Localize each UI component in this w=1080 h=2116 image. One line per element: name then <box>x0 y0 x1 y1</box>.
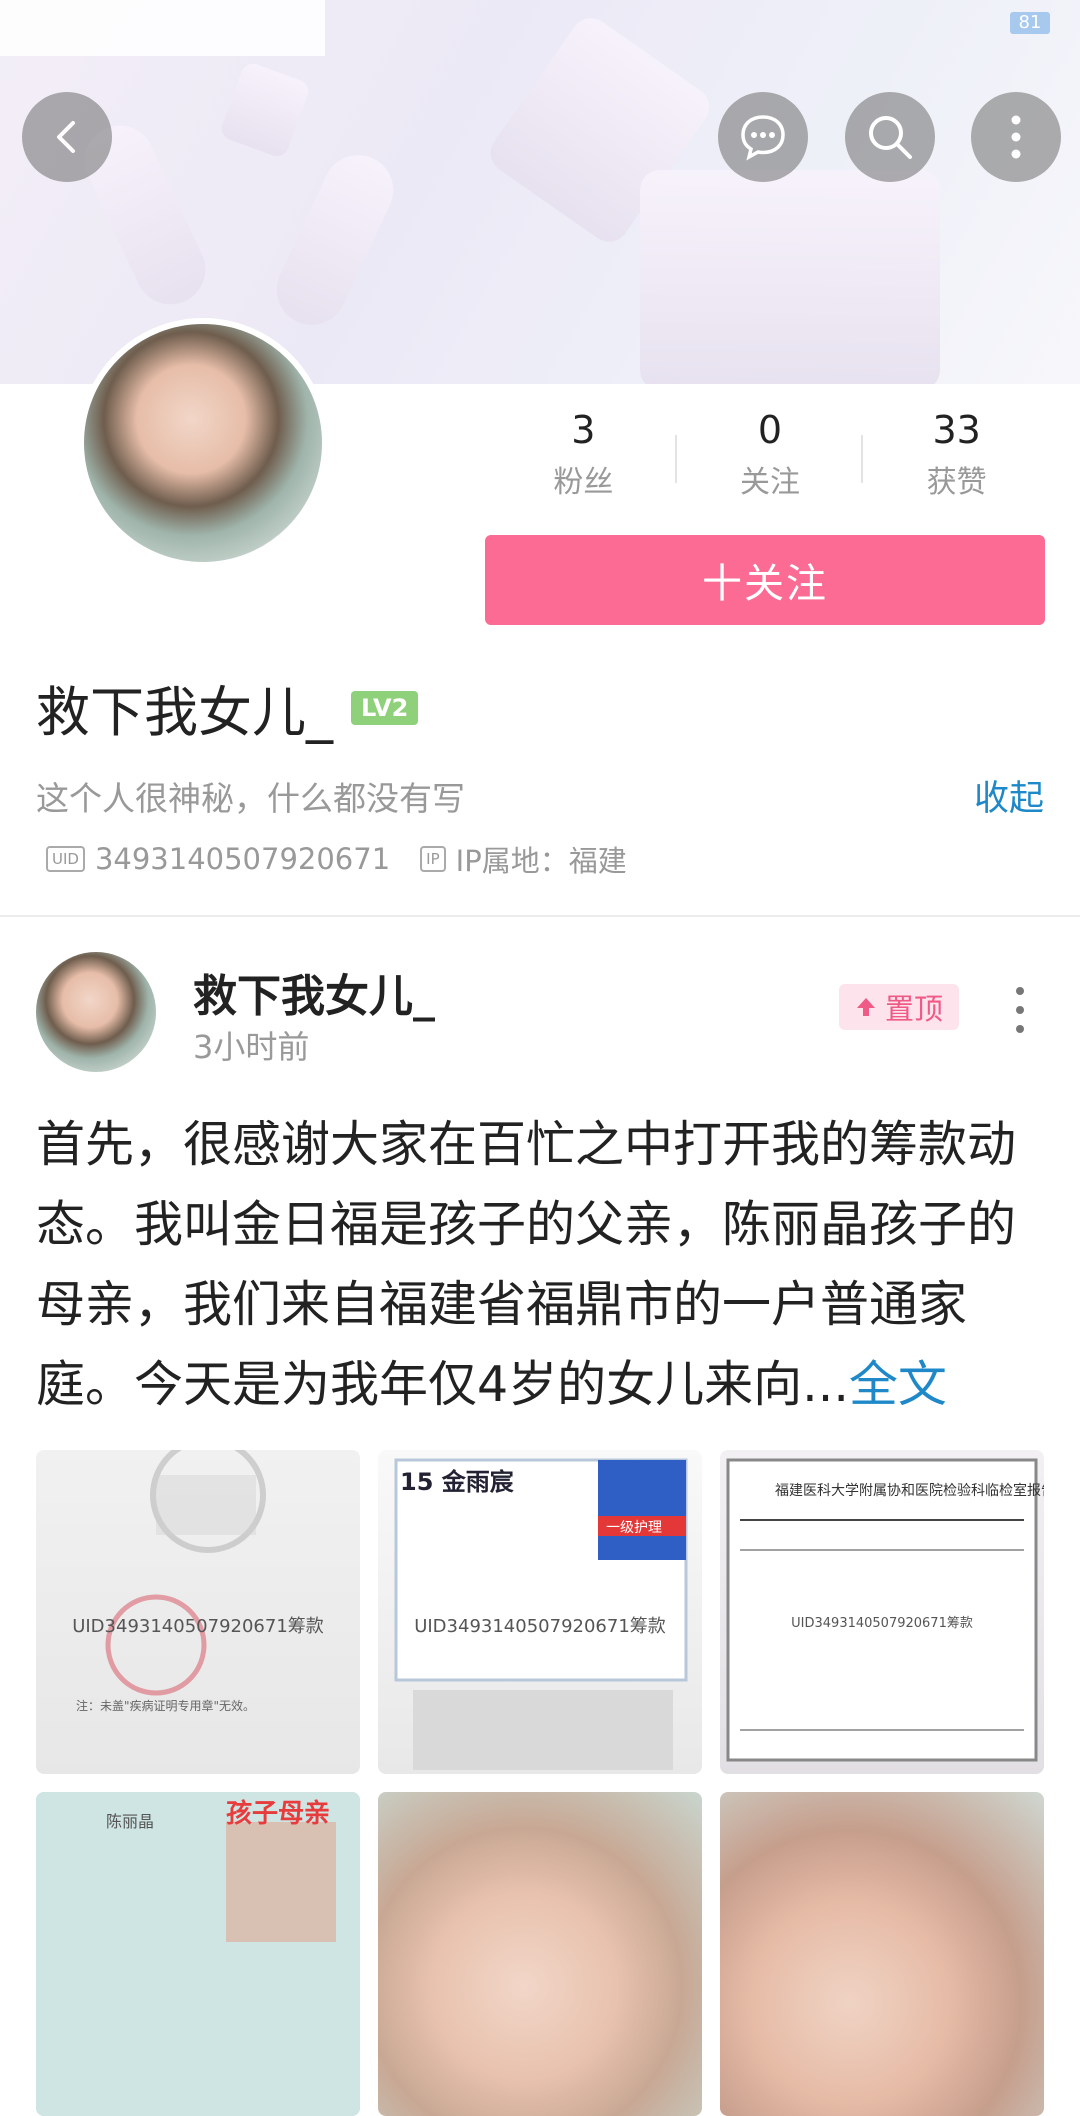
chat-bubble-icon <box>741 115 785 161</box>
collapse-link[interactable]: 收起 <box>974 770 1044 821</box>
svg-text:孩子母亲: 孩子母亲 <box>226 1798 330 1829</box>
id-card-image: 孩子母亲 陈丽晶 <box>36 1792 360 2116</box>
post-image-2[interactable]: 15 金雨宸 一级护理 UID3493140507920671筹款 <box>378 1450 702 1774</box>
image-watermark: UID3493140507920671筹款 <box>791 1616 973 1631</box>
profile-stats: 3 粉丝 0 关注 33 获赞 <box>490 405 1050 515</box>
post-image-3[interactable]: 福建医科大学附属协和医院检验科临检室报告单 UID349314050792067… <box>720 1450 1044 1774</box>
search-button[interactable] <box>845 92 935 182</box>
pinned-label: 置顶 <box>884 992 943 1026</box>
post-image-6[interactable] <box>720 1792 1044 2116</box>
uid-value: 3493140507920671 <box>94 842 391 876</box>
arrow-up-icon <box>856 998 875 1016</box>
read-more-link[interactable]: 全文 <box>849 1356 947 1413</box>
following-stat[interactable]: 0 关注 <box>677 405 864 515</box>
post-more-icon[interactable] <box>1010 987 1030 1033</box>
likes-stat[interactable]: 33 获赞 <box>863 405 1050 515</box>
status-bar-left <box>0 0 325 56</box>
post-time: 3小时前 <box>193 1028 310 1066</box>
search-icon <box>869 116 912 159</box>
profile-meta: UID 3493140507920671 IP IP属地：福建 <box>46 838 627 880</box>
svg-text:一级护理: 一级护理 <box>606 1520 662 1536</box>
profile-name: 救下我女儿_ <box>36 681 333 744</box>
post-image-1[interactable]: 注：未盖"疾病证明专用章"无效。 UID3493140507920671筹款 <box>36 1450 360 1774</box>
post-author-avatar[interactable] <box>36 952 156 1072</box>
more-vertical-icon <box>1011 115 1021 159</box>
fans-stat[interactable]: 3 粉丝 <box>490 405 677 515</box>
uid-icon: UID <box>46 846 85 872</box>
chevron-left-icon <box>57 121 75 153</box>
profile-bio: 这个人很神秘，什么都没有写 <box>36 779 465 818</box>
post-line: 态。我叫金日福是孩子的父亲，陈丽晶孩子的 <box>36 1196 1017 1253</box>
pinned-badge: 置顶 <box>839 984 959 1030</box>
more-button[interactable] <box>971 92 1061 182</box>
likes-label: 获赞 <box>926 465 987 500</box>
svg-text:福建医科大学附属协和医院检验科临检室报告单: 福建医科大学附属协和医院检验科临检室报告单 <box>775 1482 1044 1499</box>
ip-location: IP属地：福建 <box>455 844 627 878</box>
fans-label: 粉丝 <box>553 465 614 500</box>
post-image-4[interactable]: 孩子母亲 陈丽晶 <box>36 1792 360 2116</box>
back-button[interactable] <box>22 92 112 182</box>
post-author-name[interactable]: 救下我女儿_ <box>193 960 435 1024</box>
fans-count: 3 <box>571 408 596 452</box>
svg-text:注：未盖"疾病证明专用章"无效。: 注：未盖"疾病证明专用章"无效。 <box>76 1698 255 1713</box>
post-line: 庭。今天是为我年仅4岁的女儿来向... <box>36 1356 849 1413</box>
post-line: 首先，很感谢大家在百忙之中打开我的筹款动 <box>36 1116 1017 1173</box>
following-label: 关注 <box>740 465 800 500</box>
message-button[interactable] <box>718 92 808 182</box>
svg-text:15 金雨宸: 15 金雨宸 <box>400 1468 515 1496</box>
image-watermark: UID3493140507920671筹款 <box>72 1616 324 1637</box>
profile-avatar[interactable] <box>78 318 328 568</box>
image-watermark: UID3493140507920671筹款 <box>414 1616 666 1637</box>
level-badge: LV2 <box>351 690 419 725</box>
svg-text:陈丽晶: 陈丽晶 <box>106 1812 154 1831</box>
post-line: 母亲，我们来自福建省福鼎市的一户普通家 <box>36 1276 968 1333</box>
ip-icon: IP <box>420 846 446 872</box>
battery-indicator: 81 <box>1010 12 1050 34</box>
post-image-5[interactable] <box>378 1792 702 2116</box>
post-content[interactable]: 首先，很感谢大家在百忙之中打开我的筹款动 态。我叫金日福是孩子的父亲，陈丽晶孩子… <box>36 1105 1051 1425</box>
section-divider <box>0 915 1080 917</box>
follow-button[interactable]: 十关注 <box>485 535 1045 625</box>
profile-name-row: 救下我女儿_ LV2 <box>36 668 419 747</box>
likes-count: 33 <box>932 408 981 452</box>
following-count: 0 <box>757 408 783 452</box>
